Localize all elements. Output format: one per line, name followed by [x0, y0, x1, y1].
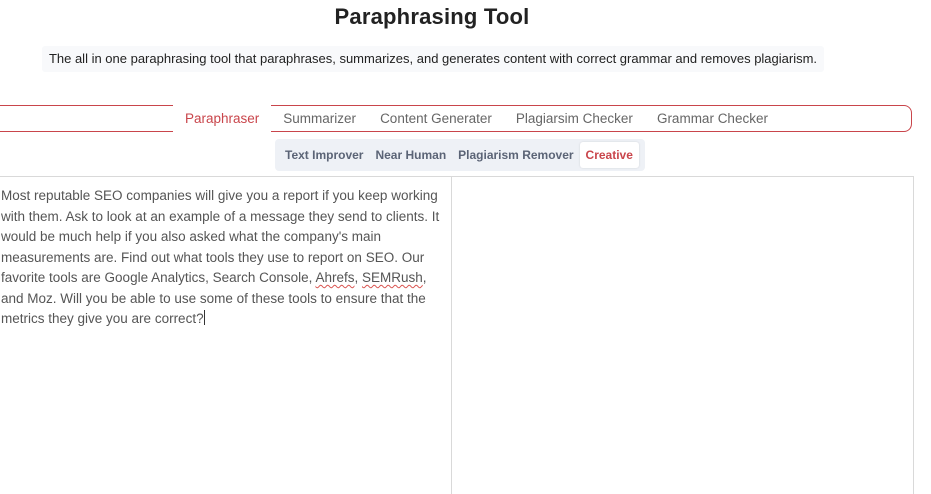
paraphrasing-tool-page: Paraphrasing Tool The all in one paraphr… [0, 0, 931, 494]
mode-text-improver[interactable]: Text Improver [279, 142, 369, 168]
mode-creative[interactable]: Creative [579, 142, 639, 168]
input-text-separator: , [354, 270, 362, 285]
mode-near-human[interactable]: Near Human [369, 142, 452, 168]
tab-paraphraser[interactable]: Paraphraser [173, 105, 272, 133]
tab-plagiarism-checker[interactable]: Plagiarsim Checker [504, 105, 645, 133]
text-caret [203, 310, 205, 325]
misspelled-word: Ahrefs [315, 270, 355, 285]
editor-area: Most reputable SEO companies will give y… [0, 176, 914, 494]
mode-selector: Text Improver Near Human Plagiarism Remo… [275, 139, 645, 171]
mode-plagiarism-remover[interactable]: Plagiarism Remover [452, 142, 579, 168]
tool-tabs: Paraphraser Summarizer Content Generater… [173, 105, 780, 133]
tab-content-generater[interactable]: Content Generater [368, 105, 504, 133]
page-subtitle: The all in one paraphrasing tool that pa… [42, 46, 824, 72]
input-text-area[interactable]: Most reputable SEO companies will give y… [0, 177, 452, 494]
misspelled-word: SEMRush [361, 270, 423, 285]
page-title: Paraphrasing Tool [334, 4, 530, 29]
tab-grammar-checker[interactable]: Grammar Checker [645, 105, 780, 133]
tab-summarizer[interactable]: Summarizer [271, 105, 368, 133]
output-text-area[interactable] [452, 177, 913, 494]
